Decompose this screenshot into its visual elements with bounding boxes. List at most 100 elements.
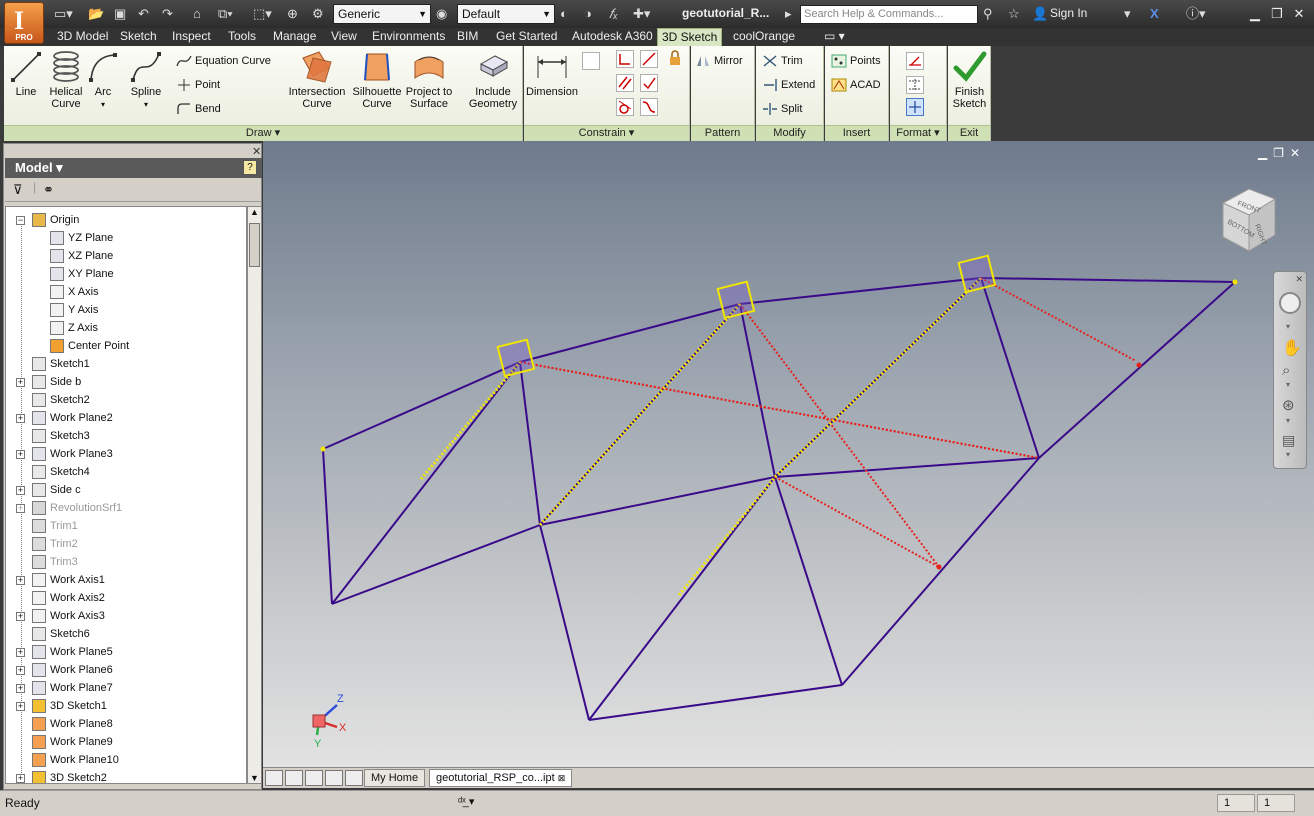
sketch-point[interactable] [936,564,942,570]
select-icon[interactable]: ⬚▾ [253,5,272,23]
browser-title[interactable]: Model ▾ [5,158,262,178]
ribbon-options-icon[interactable]: ▭ ▾ [820,28,849,46]
sketch-line[interactable] [588,684,843,721]
tree-item[interactable]: Sketch1 [6,355,246,373]
tree-item[interactable]: + Work Plane2 [6,409,246,427]
expand-icon[interactable]: + [16,576,25,585]
coincident-constraint-icon[interactable] [616,50,634,68]
open-file-icon[interactable]: 📂 [88,5,104,23]
tree-item[interactable]: Z Axis [6,319,246,337]
adjust-appearance-icon[interactable]: ◐ [560,5,568,23]
tree-item[interactable]: Sketch3 [6,427,246,445]
scroll-up-icon[interactable]: ▲ [250,207,259,217]
sketch-line[interactable] [774,277,982,478]
browser-help-icon[interactable]: ? [243,160,257,175]
tree-item[interactable]: +3D Sketch1 [6,697,246,715]
format-panel-label[interactable]: Format ▾ [890,125,946,141]
sketch-line[interactable] [739,277,982,305]
sketch-point[interactable] [1232,279,1238,285]
show-format-icon[interactable] [906,98,924,116]
sketch-point[interactable] [320,446,326,452]
tree-item[interactable]: + Work Plane5 [6,643,246,661]
sketch-line[interactable] [841,457,1040,686]
document-list-icon[interactable] [345,770,363,786]
tree-item[interactable]: Work Axis2 [6,589,246,607]
minimize-button[interactable]: ▁ [1246,5,1264,23]
expand-icon[interactable]: + [16,684,25,693]
tab-3d-model[interactable]: 3D Model [53,28,112,46]
equation-curve-button[interactable]: Equation Curve [176,54,271,68]
tree-item[interactable]: + Work Plane3 [6,445,246,463]
tab-close-icon[interactable]: ⊠ [558,773,566,783]
tree-item[interactable]: Trim1 [6,517,246,535]
expand-icon[interactable]: + [16,504,25,513]
tree-item[interactable]: Work Plane8 [6,715,246,733]
expand-icon[interactable]: + [16,648,25,657]
expand-icon[interactable]: + [16,774,25,783]
sketch-line[interactable] [774,457,1040,478]
helical-curve-button[interactable]: Helical Curve [44,50,88,110]
work-plane-glyph[interactable] [496,338,536,378]
work-plane-glyph[interactable] [957,254,997,294]
tab-view[interactable]: View [327,28,361,46]
help-icon[interactable]: ⓘ▾ [1186,5,1206,23]
pan-hand-icon[interactable]: ✋ [1282,338,1302,358]
work-axis-line[interactable] [538,302,742,527]
tree-item[interactable]: + Side b [6,373,246,391]
navbar-close-icon[interactable]: ✕ [1295,274,1303,285]
redo-icon[interactable]: ↷ [162,5,173,23]
tree-item[interactable]: XZ Plane [6,247,246,265]
exchange-x-icon[interactable]: X [1150,5,1159,23]
close-button[interactable]: ✕ [1290,5,1308,23]
sketch-line[interactable] [739,303,776,478]
fix-constraint-icon[interactable] [667,50,685,68]
undo-icon[interactable]: ↶ [138,5,149,23]
collapse-icon[interactable]: − [16,216,25,225]
sketch-canvas[interactable] [263,141,1314,767]
expand-icon[interactable]: + [16,450,25,459]
new-file-icon[interactable]: ▭▾ [54,5,73,23]
parallel-constraint-icon[interactable] [616,74,634,92]
vertical-layout-icon[interactable] [325,770,343,786]
appearance-combo[interactable]: Default ▼ [457,4,555,24]
document-tab[interactable]: geotutorial_RSP_co...ipt ⊠ [429,769,573,787]
material-combo[interactable]: Generic ▼ [333,4,431,24]
dimension-display-icon[interactable]: ᵈˣ̲ ▾ [458,795,474,808]
help-search-input[interactable]: Search Help & Commands... [800,5,978,24]
sketch-point[interactable] [1136,362,1142,368]
smooth-constraint-icon[interactable] [640,98,658,116]
measure-icon[interactable]: ⊕ [287,5,298,23]
scroll-down-icon[interactable]: ▼ [250,773,259,783]
tangent-constraint-icon[interactable] [616,98,634,116]
tree-item[interactable]: + Work Axis1 [6,571,246,589]
expand-icon[interactable]: + [16,486,25,495]
my-home-tab[interactable]: My Home [364,769,426,787]
tree-item[interactable]: Trim2 [6,535,246,553]
expand-icon[interactable]: + [16,666,25,675]
save-icon[interactable]: ▣ [114,5,126,23]
graphics-viewport[interactable]: ▁❐✕ FRONT RIGHT BOTTOM ✕ ▾ ✋ ⌕ ▾ ⊛ ▾ ▤ ▾ [263,141,1314,767]
tree-item[interactable]: Center Point [6,337,246,355]
favorite-star-icon[interactable]: ☆ [1008,5,1020,23]
trim-button[interactable]: Trim [762,54,803,68]
tree-item[interactable]: + Work Plane7 [6,679,246,697]
silhouette-curve-button[interactable]: Silhouette Curve [350,50,404,110]
browser-scrollbar[interactable]: ▲ ▼ [247,206,262,784]
ilogic-icon[interactable]: ⚙ [312,5,324,23]
tile-layout-icon[interactable] [285,770,303,786]
expand-icon[interactable]: + [16,702,25,711]
perpendicular-constraint-icon[interactable] [640,74,658,92]
tree-item[interactable]: Sketch6 [6,625,246,643]
constrain-panel-label[interactable]: Constrain ▾ [524,125,689,141]
binoculars-icon[interactable]: ⚲ [983,5,993,23]
construction-line[interactable] [519,361,1040,459]
expand-icon[interactable]: + [16,414,25,423]
sketch-line[interactable] [322,448,333,605]
restore-button[interactable]: ❐ [1268,5,1286,23]
mirror-button[interactable]: Mirror [695,54,743,68]
tree-item[interactable]: + Side c [6,481,246,499]
tab-get-started[interactable]: Get Started [492,28,561,46]
tree-item[interactable]: XY Plane [6,265,246,283]
viewport-close-icon[interactable]: ✕ [1290,146,1306,160]
scrollbar-thumb[interactable] [249,223,260,267]
